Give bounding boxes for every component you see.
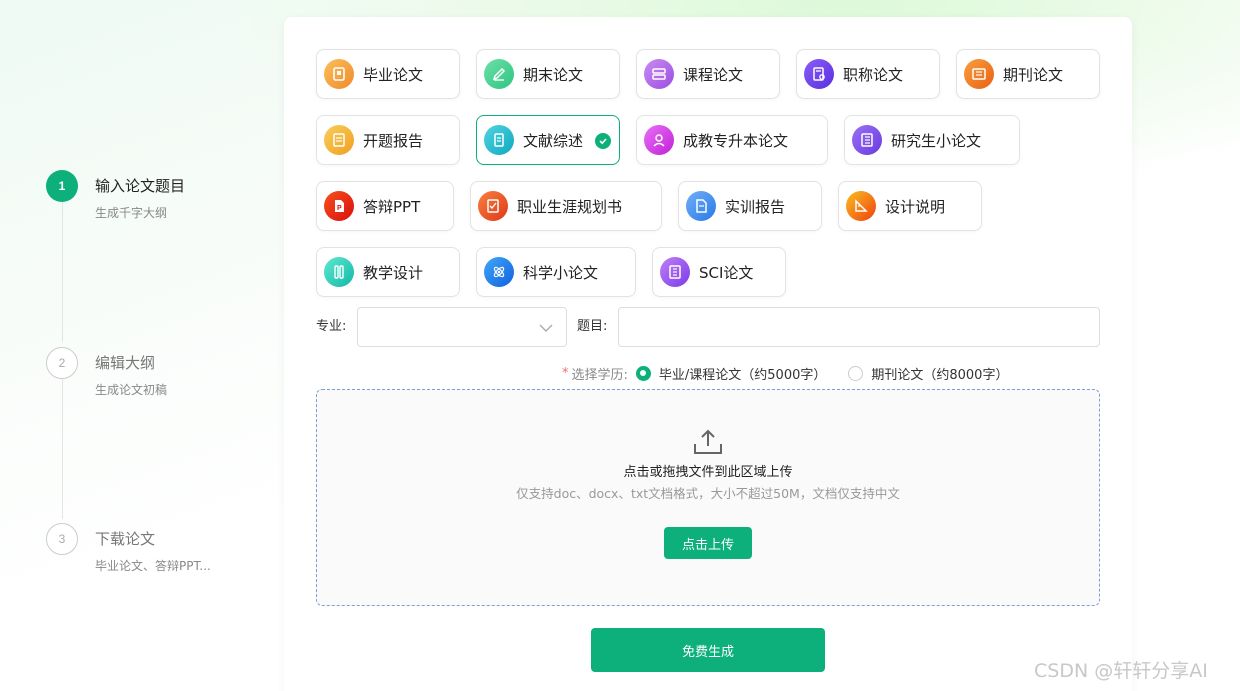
upload-hint-text: 仅支持doc、docx、txt文档格式，大小不超过50M，文档仅支持中文 [516,486,900,501]
type-label: 文献综述 [523,131,584,150]
progress-steps: 1 输入论文题目 生成千字大纲 2 编辑大纲 生成论文初稿 3 下载论文 毕业论… [46,170,266,590]
type-label: 成教专升本论文 [683,131,789,150]
book-icon [324,59,354,89]
step-title: 下载论文 [95,530,156,548]
type-defense-ppt[interactable]: P 答辩PPT [316,181,454,231]
title-label: 题目: [577,319,608,334]
report-icon [324,125,354,155]
required-mark: * [562,365,569,381]
type-label: 期末论文 [523,65,584,84]
training-icon [686,191,716,221]
type-teaching-design[interactable]: 教学设计 [316,247,460,297]
type-label: SCI论文 [699,263,754,282]
step-number: 3 [46,523,78,555]
title-input[interactable] [618,307,1100,347]
education-label: 选择学历: [571,367,628,383]
upload-main-text: 点击或拖拽文件到此区域上传 [623,465,793,480]
type-literature-review[interactable]: 文献综述 [476,115,620,165]
type-label: 期刊论文 [1003,65,1064,84]
newspaper-icon [964,59,994,89]
ruler-icon [846,191,876,221]
atom-icon [484,257,514,287]
certificate-icon [804,59,834,89]
type-label: 答辩PPT [363,197,421,216]
watermark: CSDN @轩轩分享AI [1034,660,1208,682]
major-label: 专业: [316,319,347,334]
check-icon [595,133,611,149]
type-label: 课程论文 [683,65,744,84]
ppt-icon: P [324,191,354,221]
type-proposal-report[interactable]: 开题报告 [316,115,460,165]
step-title: 编辑大纲 [95,354,156,372]
type-label: 实训报告 [725,197,786,216]
type-label: 职称论文 [843,65,904,84]
type-title-paper[interactable]: 职称论文 [796,49,940,99]
radio-checked[interactable] [635,365,651,381]
type-course-paper[interactable]: 课程论文 [636,49,780,99]
step-subtitle: 生成论文初稿 [95,383,168,397]
type-adult-education-paper[interactable]: 成教专升本论文 [636,115,828,165]
education-option-label: 期刊论文（约8000字） [871,367,1009,383]
type-career-plan[interactable]: 职业生涯规划书 [470,181,662,231]
step-number: 2 [46,347,78,379]
major-select[interactable] [357,307,567,347]
document-icon [484,125,514,155]
pen-icon [484,59,514,89]
type-label: 教学设计 [363,263,424,282]
education-row: * 选择学历: 毕业/课程论文（约5000字） 期刊论文（约8000字） [562,364,1008,383]
main-card: 毕业论文 期末论文 课程论文 职称论文 期刊论文 开题报告 文献综述 成教专升本… [284,17,1132,691]
career-icon [478,191,508,221]
type-label: 研究生小论文 [891,131,982,150]
teaching-icon [324,257,354,287]
radio-unchecked[interactable] [848,365,864,381]
education-option-thesis[interactable]: 毕业/课程论文（约5000字） [635,364,827,383]
step-title: 输入论文题目 [95,177,186,195]
layers-icon [644,59,674,89]
notebook-icon [852,125,882,155]
graduate-icon [644,125,674,155]
type-design-description[interactable]: 设计说明 [838,181,982,231]
upload-icon [693,428,723,460]
step-2: 2 编辑大纲 生成论文初稿 [46,347,266,407]
type-label: 科学小论文 [523,263,599,282]
type-label: 职业生涯规划书 [517,197,623,216]
step-3: 3 下载论文 毕业论文、答辩PPT... [46,523,266,583]
generate-button[interactable]: 免费生成 [591,628,825,672]
upload-button[interactable]: 点击上传 [664,527,752,559]
type-journal-paper[interactable]: 期刊论文 [956,49,1100,99]
upload-dropzone[interactable]: 点击或拖拽文件到此区域上传 仅支持doc、docx、txt文档格式，大小不超过5… [316,389,1100,606]
type-label: 设计说明 [885,197,946,216]
type-science-paper[interactable]: 科学小论文 [476,247,636,297]
type-graduate-paper[interactable]: 研究生小论文 [844,115,1020,165]
education-option-journal[interactable]: 期刊论文（约8000字） [848,364,1008,383]
chevron-down-icon [538,320,554,340]
type-label: 开题报告 [363,131,424,150]
type-final-paper[interactable]: 期末论文 [476,49,620,99]
step-subtitle: 毕业论文、答辩PPT... [95,559,211,573]
type-training-report[interactable]: 实训报告 [678,181,822,231]
step-subtitle: 生成千字大纲 [95,206,168,220]
svg-text:P: P [337,205,342,212]
step-number: 1 [46,170,78,202]
step-1: 1 输入论文题目 生成千字大纲 [46,170,266,230]
type-graduation-thesis[interactable]: 毕业论文 [316,49,460,99]
paper-icon [660,257,690,287]
type-sci-paper[interactable]: SCI论文 [652,247,786,297]
type-label: 毕业论文 [363,65,424,84]
education-option-label: 毕业/课程论文（约5000字） [658,367,827,383]
